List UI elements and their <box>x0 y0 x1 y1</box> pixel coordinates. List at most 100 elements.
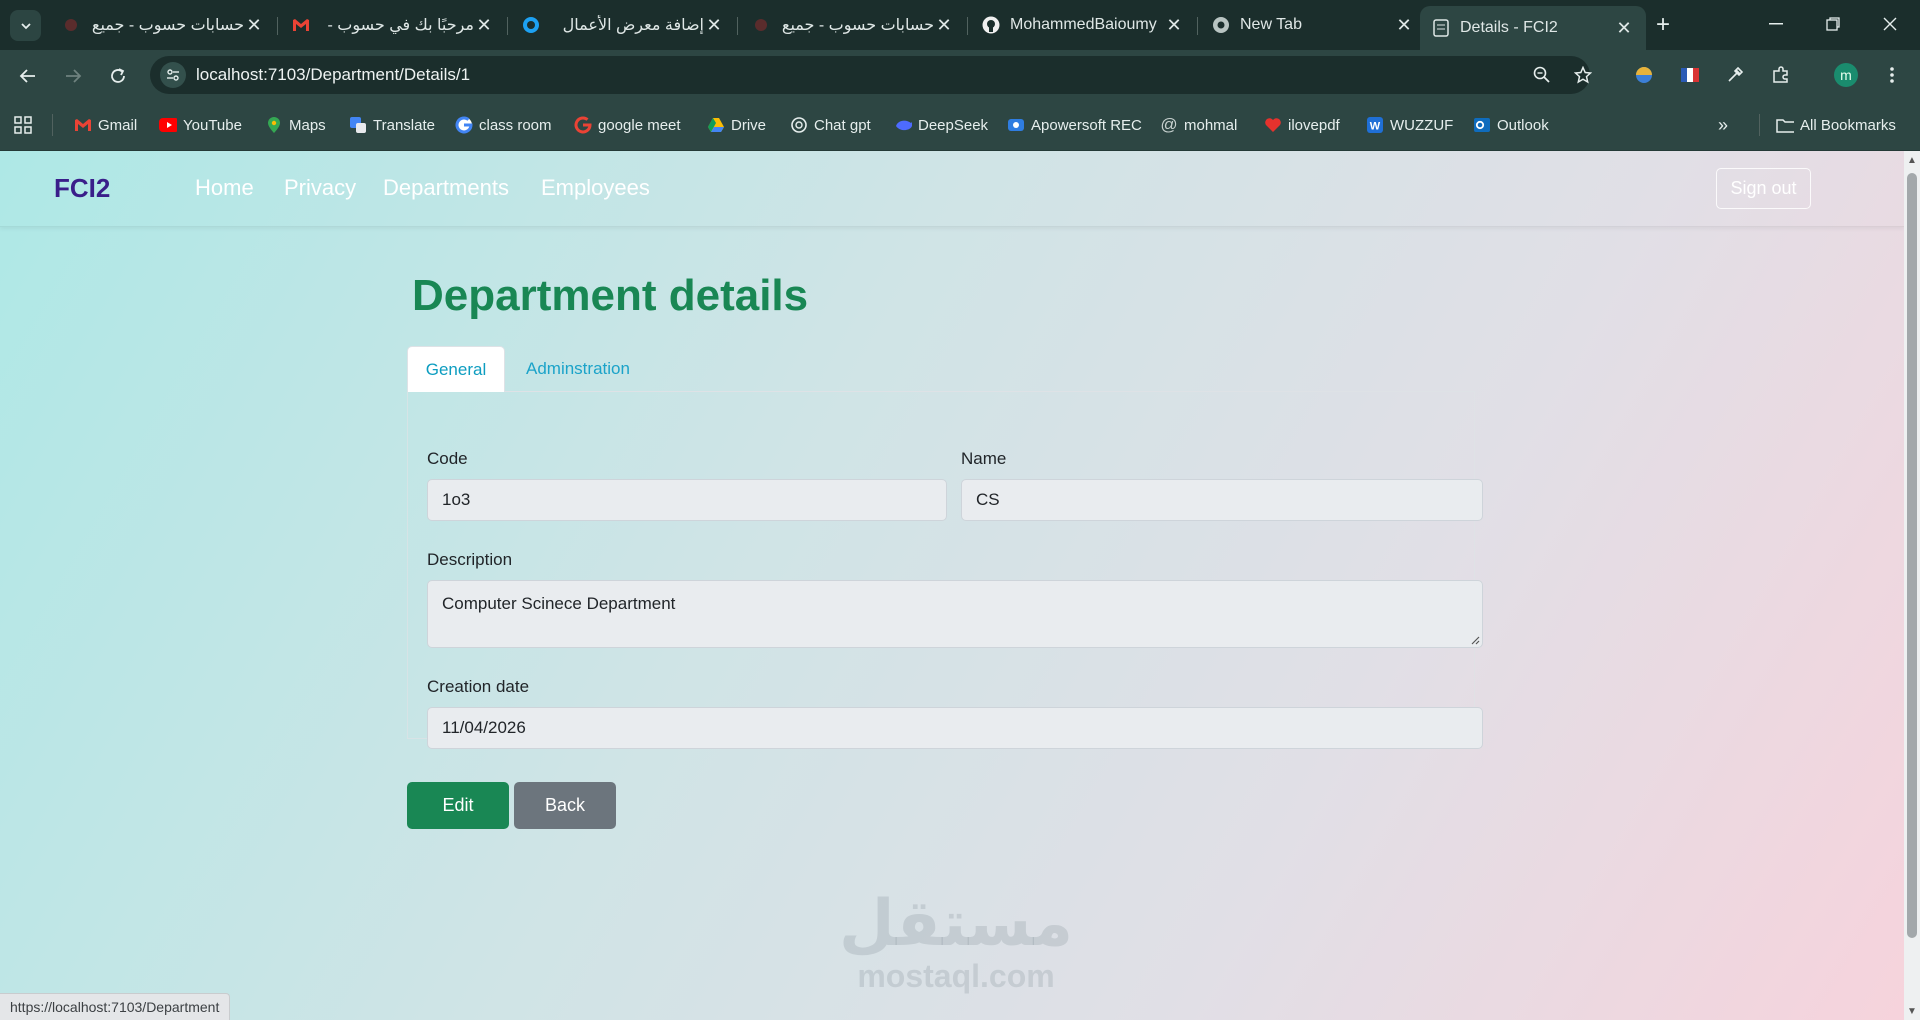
tab-title: حسابات حسوب - جميع <box>781 17 934 34</box>
sign-out-button[interactable]: Sign out <box>1716 168 1811 209</box>
browser-tab[interactable]: مرحبًا بك في حسوب - ✕ <box>280 8 506 42</box>
code-field[interactable]: 1o3 <box>427 479 947 521</box>
bookmarks-divider <box>52 114 53 136</box>
openai-icon <box>790 116 808 134</box>
chrome-icon <box>1212 16 1230 34</box>
circle-icon <box>522 16 540 34</box>
youtube-icon <box>159 116 177 134</box>
bookmark-mohmal[interactable]: @ mohmal <box>1160 113 1237 137</box>
extension-tricolor-icon[interactable] <box>1678 63 1702 87</box>
back-nav-button[interactable] <box>15 63 41 89</box>
tab-title: حسابات حسوب - جميع <box>91 17 244 34</box>
browser-tab-bar: حسابات حسوب - جميع ✕ مرحبًا بك في حسوب -… <box>0 0 1920 50</box>
close-tab-icon[interactable]: ✕ <box>474 15 494 35</box>
bookmark-google-meet[interactable]: google meet <box>574 113 681 137</box>
profile-avatar[interactable]: m <box>1834 63 1858 87</box>
bookmark-maps[interactable]: Maps <box>265 113 326 137</box>
page-scrollbar[interactable]: ▲ ▼ <box>1904 151 1920 1020</box>
site-navbar: FCI2 Home Privacy Departments Employees … <box>0 151 1904 227</box>
google-icon <box>455 116 473 134</box>
restore-button[interactable] <box>1813 10 1853 38</box>
bookmark-outlook[interactable]: Outlook <box>1473 113 1549 137</box>
nav-link-employees[interactable]: Employees <box>541 175 650 201</box>
brand-logo[interactable]: FCI2 <box>54 173 110 204</box>
browser-tab[interactable]: New Tab ✕ <box>1200 8 1426 42</box>
plus-icon: + <box>1655 11 1670 38</box>
back-button[interactable]: Back <box>514 782 616 829</box>
all-bookmarks-button[interactable]: All Bookmarks <box>1776 113 1896 137</box>
bookmark-label: Translate <box>373 116 435 134</box>
nav-link-departments[interactable]: Departments <box>383 175 509 201</box>
watermark: مستقل mostaql.com <box>836 889 1076 999</box>
forward-nav-button[interactable] <box>60 63 86 89</box>
close-tab-icon[interactable]: ✕ <box>934 15 954 35</box>
record-icon <box>1007 116 1025 134</box>
name-value: CS <box>976 490 1000 509</box>
at-sign-icon: @ <box>1160 115 1178 134</box>
bookmark-classroom[interactable]: class room <box>455 113 552 137</box>
github-icon <box>982 16 1000 34</box>
minimize-button[interactable] <box>1756 10 1796 38</box>
bookmark-apowersoft[interactable]: Apowersoft REC <box>1007 113 1142 137</box>
bookmark-ilovepdf[interactable]: ilovepdf <box>1264 113 1340 137</box>
browser-tab[interactable]: إضافة معرض الأعمال ✕ <box>510 8 736 42</box>
extensions-puzzle-icon[interactable] <box>1769 63 1793 87</box>
tab-title: New Tab <box>1240 16 1302 33</box>
site-info-icon[interactable] <box>160 62 186 88</box>
browser-tab-active[interactable]: Details - FCI2 ✕ <box>1420 6 1646 50</box>
resize-grip-icon[interactable] <box>1470 635 1480 645</box>
new-tab-button[interactable]: + <box>1650 11 1676 38</box>
eyedropper-icon[interactable] <box>1723 63 1747 87</box>
apps-grid-icon <box>14 116 32 134</box>
bookmark-youtube[interactable]: YouTube <box>159 113 242 137</box>
bookmarks-bar: Gmail YouTube Maps Translate class room … <box>0 100 1920 151</box>
reload-button[interactable] <box>105 63 131 89</box>
page-title: Department details <box>412 271 809 320</box>
bookmark-label: Outlook <box>1497 116 1549 134</box>
close-tab-icon[interactable]: ✕ <box>244 15 264 35</box>
browser-tab[interactable]: MohammedBaioumy ✕ <box>970 8 1196 42</box>
url-text[interactable]: localhost:7103/Department/Details/1 <box>196 65 470 85</box>
close-tab-icon[interactable]: ✕ <box>704 15 724 35</box>
tab-general[interactable]: General <box>407 346 505 392</box>
bookmark-gmail[interactable]: Gmail <box>74 113 137 137</box>
tab-adminstration[interactable]: Adminstration <box>510 346 646 392</box>
bookmark-drive[interactable]: Drive <box>707 113 766 137</box>
scroll-down-icon[interactable]: ▼ <box>1904 1004 1920 1018</box>
scroll-thumb[interactable] <box>1907 173 1917 938</box>
restore-icon <box>1826 17 1840 31</box>
tab-search-button[interactable] <box>10 10 41 41</box>
close-tab-icon[interactable]: ✕ <box>1614 18 1634 38</box>
all-bookmarks-label: All Bookmarks <box>1800 116 1896 134</box>
bookmark-deepseek[interactable]: DeepSeek <box>894 113 988 137</box>
apps-grid-button[interactable] <box>13 113 33 137</box>
loading-icon <box>62 16 80 34</box>
browser-tab[interactable]: حسابات حسوب - جميع ✕ <box>50 8 276 42</box>
description-textarea[interactable]: Computer Scinece Department <box>427 580 1483 648</box>
creation-date-value: 11/04/2026 <box>442 718 526 737</box>
tab-divider <box>737 17 738 35</box>
extension-colorful-icon[interactable] <box>1632 63 1656 87</box>
kebab-menu-icon[interactable] <box>1880 63 1904 87</box>
address-bar[interactable]: localhost:7103/Department/Details/1 <box>150 56 1592 94</box>
page-icon <box>1432 19 1450 37</box>
scroll-up-icon[interactable]: ▲ <box>1904 153 1920 167</box>
zoom-icon[interactable] <box>1531 64 1553 86</box>
bookmark-chatgpt[interactable]: Chat gpt <box>790 113 871 137</box>
bookmark-star-icon[interactable] <box>1572 64 1594 86</box>
bookmark-wuzzuf[interactable]: W WUZZUF <box>1366 113 1453 137</box>
close-tab-icon[interactable]: ✕ <box>1394 15 1414 35</box>
close-window-button[interactable] <box>1870 10 1910 38</box>
name-field[interactable]: CS <box>961 479 1483 521</box>
tab-title: Details - FCI2 <box>1460 19 1558 36</box>
bookmark-label: YouTube <box>183 116 242 134</box>
bookmark-translate[interactable]: Translate <box>349 113 435 137</box>
nav-link-privacy[interactable]: Privacy <box>284 175 356 201</box>
nav-link-home[interactable]: Home <box>195 175 254 201</box>
more-bookmarks-button[interactable]: » <box>1718 113 1728 137</box>
code-label: Code <box>427 449 468 468</box>
edit-button[interactable]: Edit <box>407 782 509 829</box>
creation-date-field[interactable]: 11/04/2026 <box>427 707 1483 749</box>
browser-tab[interactable]: حسابات حسوب - جميع ✕ <box>740 8 966 42</box>
close-tab-icon[interactable]: ✕ <box>1164 15 1184 35</box>
